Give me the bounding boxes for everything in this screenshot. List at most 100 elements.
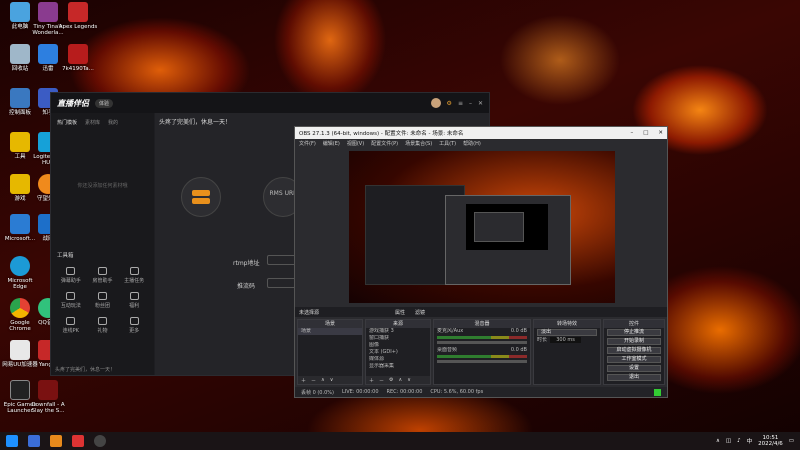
remove-icon[interactable]: － (379, 377, 384, 384)
stop-streaming-button[interactable]: 停止推流 (607, 329, 661, 336)
menu-edit[interactable]: 编辑(E) (323, 140, 340, 147)
volume-icon[interactable]: ♪ (737, 438, 741, 444)
obs-taskbar-icon[interactable] (94, 435, 106, 447)
filters-button[interactable]: 滤镜 (415, 309, 425, 316)
minimize-icon[interactable]: – (469, 100, 472, 107)
tab-mine[interactable]: 我的 (108, 119, 118, 126)
tool-welfare[interactable]: 福利 (118, 292, 150, 309)
tool-pk[interactable]: 连线PK (55, 317, 87, 334)
obs-window: OBS 27.1.3 (64-bit, windows) - 配置文件: 未命名… (294, 126, 668, 398)
remove-icon[interactable]: － (311, 377, 316, 384)
settings-button[interactable]: 设置 (607, 365, 661, 372)
menu-tools[interactable]: 工具(T) (439, 140, 456, 147)
studio-mode-button[interactable]: 工作室模式 (607, 356, 661, 363)
version-pill[interactable]: 体验 (95, 98, 114, 108)
mixer-channel-mic: 麦克风/Aux 0.0 dB (437, 328, 527, 334)
menu-scene-collection[interactable]: 场景集合(S) (405, 140, 432, 147)
menu-icon[interactable]: ≡ (458, 100, 463, 107)
source-item[interactable]: 文本 (GDI+) (366, 349, 430, 356)
menu-file[interactable]: 文件(F) (299, 140, 316, 147)
virtual-camera-button[interactable]: 启动虚拟摄像机 (607, 347, 661, 354)
start-icon[interactable] (6, 435, 18, 447)
clock[interactable]: 10:51 2022/4/6 (758, 435, 783, 447)
network-icon[interactable]: ◫ (726, 438, 731, 444)
avatar[interactable] (430, 98, 441, 108)
desktop-icon-downfall[interactable]: Downfall - A Slay the S... (28, 380, 68, 414)
folder-icon (10, 132, 30, 152)
transition-select[interactable]: 淡出 (537, 329, 597, 336)
menu-view[interactable]: 视图(V) (347, 140, 364, 147)
obs-titlebar: OBS 27.1.3 (64-bit, windows) - 配置文件: 未命名… (295, 127, 667, 139)
minimize-icon[interactable]: – (630, 130, 633, 136)
desktop-icon-7k[interactable]: 7k4190Ta... (58, 44, 98, 72)
tool-gift[interactable]: 礼物 (87, 317, 119, 334)
live-time: LIVE: 00:00:00 (341, 389, 379, 395)
start-recording-button[interactable]: 开始录制 (607, 338, 661, 345)
source-item[interactable]: 显示器采集 (366, 363, 430, 370)
chevron-up-icon[interactable]: ∧ (716, 438, 720, 444)
sources-footer: ＋ － ⚙ ∧ ∨ (366, 376, 430, 384)
chat-icon (66, 267, 76, 275)
close-icon[interactable]: ✕ (658, 130, 663, 136)
source-item[interactable]: 窗口捕获 (366, 335, 430, 342)
close-icon[interactable]: ✕ (478, 100, 483, 107)
source-toolbar: 未选择源 属性 滤镜 (295, 307, 667, 317)
gear-icon[interactable]: ⚙ (389, 377, 393, 383)
desktop-volume-slider[interactable] (437, 360, 527, 363)
tool-fans[interactable]: 粉丝团 (87, 292, 119, 309)
transitions-dock: 转场特效 淡出 时长 300 ms (533, 319, 601, 385)
desktop-icon-apex[interactable]: Apex Legends (58, 2, 98, 30)
properties-button[interactable]: 属性 (395, 309, 405, 316)
obs-preview[interactable] (349, 151, 615, 303)
taskbar-app-2[interactable] (50, 435, 62, 447)
tool-danmaku[interactable]: 弹幕助手 (55, 267, 87, 284)
recycle-bin-icon (10, 44, 30, 64)
tool-interact[interactable]: 互动玩法 (55, 292, 87, 309)
menu-help[interactable]: 帮助(H) (463, 140, 481, 147)
downfall-icon (38, 380, 58, 400)
xunlei-icon (38, 44, 58, 64)
mic-volume-slider[interactable] (437, 341, 527, 344)
taskbar-app-1[interactable] (28, 435, 40, 447)
mixer-channel-desktop: 桌面音频 0.0 dB (437, 347, 527, 353)
preview-nested-obs (445, 195, 571, 285)
tool-more[interactable]: 更多 (118, 317, 150, 334)
source-item[interactable]: 图像 (366, 342, 430, 349)
game-icon (66, 292, 76, 300)
settings-icon[interactable]: ⚙ (447, 100, 452, 107)
scene-item[interactable]: 场景 (298, 328, 362, 335)
microsoft-icon (10, 214, 30, 234)
duration-input[interactable]: 300 ms (550, 337, 581, 343)
gift-icon (129, 292, 139, 300)
tool-room-admin[interactable]: 房管助手 (87, 267, 119, 284)
ime-indicator[interactable]: 中 (747, 437, 753, 445)
fans-icon (97, 292, 107, 300)
tab-hot[interactable]: 热门模板 (57, 119, 77, 126)
up-icon[interactable]: ∧ (321, 377, 325, 383)
down-icon[interactable]: ∨ (407, 377, 411, 383)
tool-tasks[interactable]: 主播任务 (118, 267, 150, 284)
source-item[interactable]: 游戏捕获 3 (366, 328, 430, 335)
obs-docks: 场景 场景 ＋－ ∧ ∨ 来源 游戏捕获 3 窗口捕获 图像 文本 (GDI+) 媒… (295, 319, 667, 385)
maximize-icon[interactable]: □ (643, 130, 648, 136)
menu-profile[interactable]: 配置文件(P) (371, 140, 398, 147)
apex-icon (68, 2, 88, 22)
desktop-icon-edge[interactable]: Microsoft Edge (0, 256, 40, 290)
add-icon[interactable]: ＋ (369, 377, 374, 384)
taskbar: ∧ ◫ ♪ 中 10:51 2022/4/6 ▭ (0, 432, 800, 450)
live-companion-titlebar: 直播伴侣 体验 ⚙ ≡ – ✕ (51, 93, 489, 113)
exit-button[interactable]: 退出 (607, 374, 661, 381)
taskbar-app-3[interactable] (72, 435, 84, 447)
source-item[interactable]: 媒体源 (366, 356, 430, 363)
notification-icon[interactable]: ▭ (789, 438, 794, 444)
obs-statusbar: 丢帧 0 (0.0%) LIVE: 00:00:00 REC: 00:00:00… (295, 387, 667, 397)
edge-icon (10, 256, 30, 276)
stream-health-indicator (654, 388, 661, 396)
add-icon[interactable]: ＋ (301, 377, 306, 384)
tab-library[interactable]: 素材库 (85, 119, 100, 126)
down-icon[interactable]: ∨ (330, 377, 334, 383)
admin-icon (97, 267, 107, 275)
material-tabs: 热门模板 素材库 我的 (51, 113, 154, 132)
up-icon[interactable]: ∧ (399, 377, 403, 383)
stream-key-label: 推流码 (237, 283, 256, 290)
